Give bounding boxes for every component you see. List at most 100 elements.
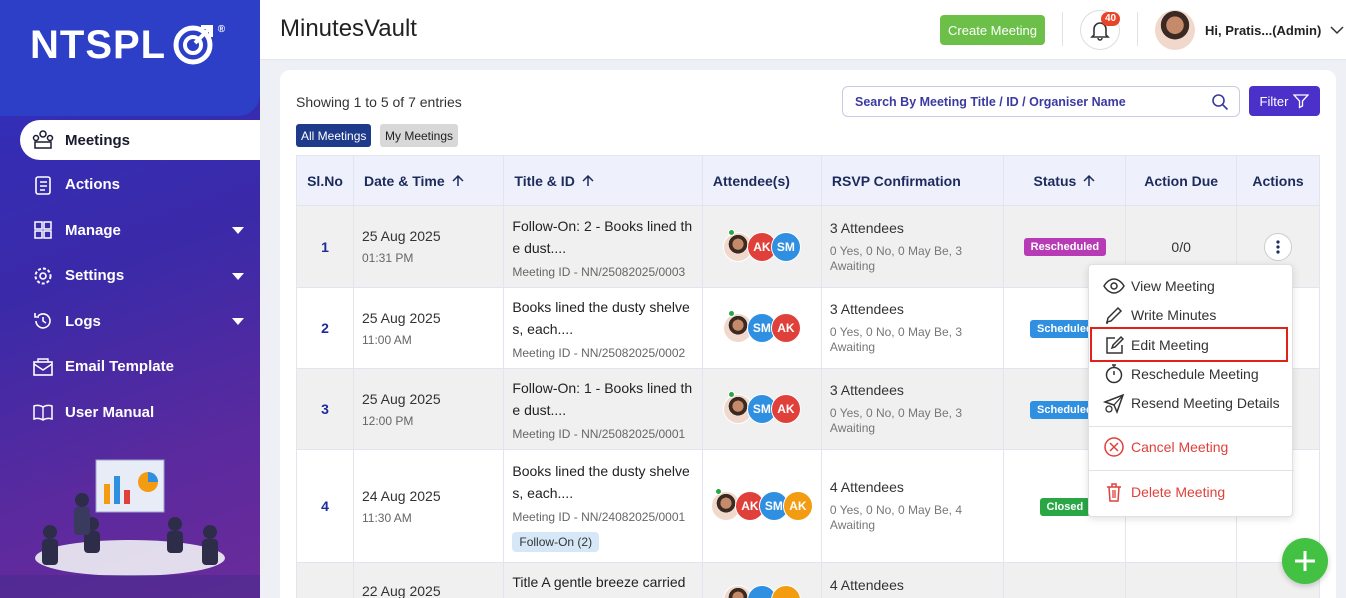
attendee-avatar [770,585,801,598]
column-header-status[interactable]: Status [1003,155,1127,206]
meeting-illustration [0,459,260,598]
notification-button[interactable]: 40 [1080,10,1121,50]
menu-item-write-minutes[interactable]: Write Minutes [1103,304,1216,326]
filter-icon [1293,94,1310,109]
brand-logo-text: NTSPL [30,22,167,67]
add-floating-button[interactable] [1282,538,1328,584]
attendee-avatar: AK [770,394,801,424]
header-divider [1137,12,1138,46]
sidebar-item-label: Manage [65,221,121,239]
follow-on-badge[interactable]: Follow-On (2) [512,532,600,552]
slno-cell: 2 [296,287,354,369]
status-badge: Closed [1039,497,1091,516]
attendees-cell: AK SM [701,205,822,288]
column-header-date[interactable]: Date & Time [352,155,505,206]
email-icon [32,356,54,378]
brand-logo[interactable]: NTSPL ® [30,22,225,68]
entries-info: Showing 1 to 5 of 7 entries [296,94,462,110]
search-box[interactable] [842,86,1240,117]
sort-up-icon[interactable] [1082,174,1096,188]
rsvp-cell: 4 Attendees [820,562,1005,598]
filter-label: Filter [1259,93,1289,109]
sort-up-icon[interactable] [581,174,595,188]
attendees-cell: AK SM AK [701,449,822,563]
datetime-cell: 25 Aug 2025 12:00 PM [352,368,505,450]
sidebar-item-label: Actions [65,176,121,194]
more-actions-button[interactable] [1264,232,1292,261]
column-header-title[interactable]: Title & ID [503,155,703,206]
table-row[interactable]: 22 Aug 2025 Title A gentle breeze carrie… [296,562,1320,598]
actions-dropdown-menu: View Meeting Write Minutes Edit Meeting … [1088,264,1294,517]
send-icon [1103,392,1125,414]
title-cell[interactable]: Follow-On: 2 - Books lined th e dust.... M… [503,205,703,288]
create-meeting-button[interactable]: Create Meeting [940,15,1045,45]
column-header-rsvp: RSVP Confirmation [820,155,1005,206]
menu-item-cancel-meeting[interactable]: Cancel Meeting [1103,436,1228,458]
sidebar-item-actions[interactable]: Actions [0,162,260,208]
filter-button[interactable]: Filter [1249,86,1320,116]
slno-cell: 3 [296,368,354,450]
sidebar-item-label: Meetings [65,131,131,149]
menu-divider [1089,426,1294,427]
pencil-icon [1103,304,1125,326]
column-header-actions: Actions [1236,155,1320,206]
sidebar-nav: Meetings Actions Manage Settings Logs Em… [0,116,260,435]
title-cell[interactable]: Books lined the dusty shelve s, each.... M… [503,449,703,563]
rsvp-cell: 3 Attendees 0 Yes, 0 No, 0 May Be, 3 Await… [820,205,1005,288]
stopwatch-icon [1103,363,1125,385]
attendees-cell [701,562,822,598]
menu-item-view-meeting[interactable]: View Meeting [1103,275,1215,297]
sidebar: NTSPL ® Meetings Actions Manage Settings [0,0,260,598]
chevron-down-icon [1330,26,1344,35]
search-icon[interactable] [1211,93,1229,111]
title-cell[interactable]: Books lined the dusty shelve s, each.... M… [503,287,703,369]
datetime-cell: 22 Aug 2025 [352,562,505,598]
header-divider [1062,12,1063,46]
title-cell[interactable]: Follow-On: 1 - Books lined th e dust.... M… [503,368,703,450]
sidebar-item-email-template[interactable]: Email Template [0,344,260,390]
sidebar-item-label: Logs [65,312,101,330]
eye-icon [1103,275,1125,297]
status-badge: Rescheduled [1023,238,1107,256]
grid-icon [32,219,54,241]
clipboard-icon [32,174,54,196]
sidebar-item-manage[interactable]: Manage [0,208,260,254]
attendee-avatar: AK [782,491,813,521]
user-name: Hi, Pratis...(Admin) [1205,22,1322,38]
datetime-cell: 24 Aug 2025 11:30 AM [352,449,505,563]
menu-item-resend-meeting-details[interactable]: Resend Meeting Details [1103,392,1280,414]
more-vertical-icon [1276,239,1280,254]
search-input[interactable] [843,87,1203,116]
user-menu[interactable]: Hi, Pratis...(Admin) [1155,10,1345,50]
cancel-icon [1103,436,1125,458]
tab-all-meetings[interactable]: All Meetings [296,124,372,147]
sidebar-item-logs[interactable]: Logs [0,299,260,345]
attendee-avatar: SM [770,231,801,262]
sidebar-item-label: Settings [65,267,125,285]
menu-divider [1089,470,1294,471]
sidebar-item-user-manual[interactable]: User Manual [0,390,260,436]
attendees-cell: SM AK [701,287,822,369]
sidebar-item-settings[interactable]: Settings [0,253,260,299]
column-header-slno: Sl.No [296,155,354,206]
column-header-attendees: Attendee(s) [701,155,822,206]
online-dot [727,310,735,317]
menu-item-delete-meeting[interactable]: Delete Meeting [1103,481,1225,503]
trash-icon [1103,481,1125,503]
tab-my-meetings[interactable]: My Meetings [380,124,459,147]
logo-mark-icon [173,25,214,65]
book-icon [32,401,54,423]
attendee-avatar: AK [770,313,801,343]
menu-item-reschedule-meeting[interactable]: Reschedule Meeting [1103,363,1259,385]
sidebar-item-meetings[interactable]: Meetings [20,120,260,160]
column-header-action-due: Action Due [1125,155,1237,206]
sort-up-icon[interactable] [451,174,465,188]
title-cell[interactable]: Title A gentle breeze carried [503,562,703,598]
notification-badge: 40 [1101,12,1121,26]
action-due-cell [1125,562,1237,598]
caret-down-icon [232,272,244,280]
registered-mark: ® [217,24,227,35]
top-header: MinutesVault Create Meeting 40 Hi, Prati… [260,0,1346,60]
rsvp-cell: 3 Attendees 0 Yes, 0 No, 0 May Be, 3 Await… [820,287,1005,369]
history-icon [32,310,54,332]
